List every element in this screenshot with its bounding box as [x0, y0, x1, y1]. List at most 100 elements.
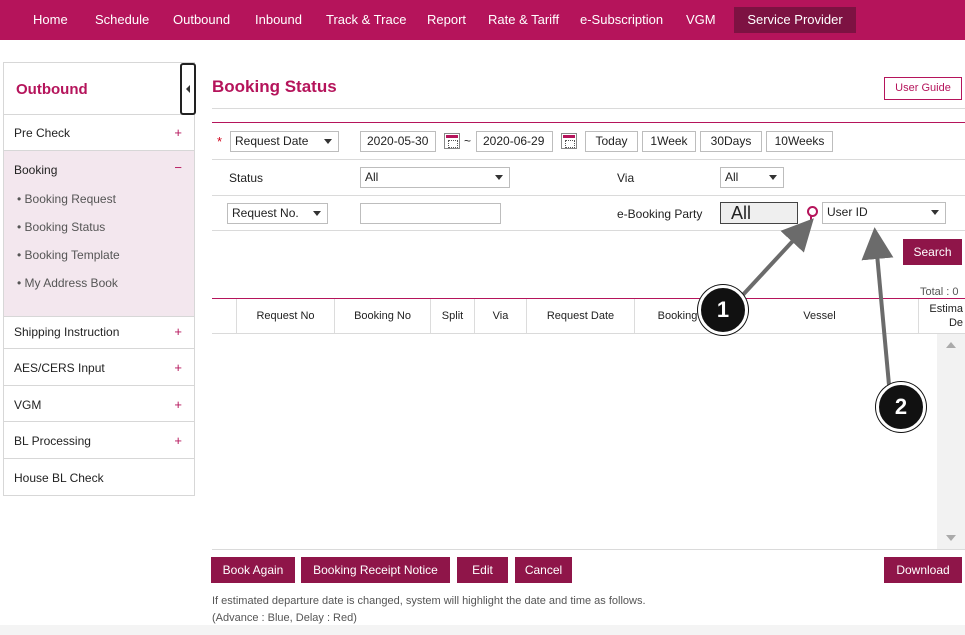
search-icon[interactable] — [806, 206, 818, 220]
divider — [212, 159, 965, 160]
table-header[interactable]: Split — [430, 299, 474, 333]
table-header[interactable]: Request Date — [526, 299, 634, 333]
edit-button[interactable]: Edit — [457, 557, 508, 583]
via-select[interactable]: All — [720, 167, 784, 188]
chevron-down-icon — [769, 175, 777, 180]
chevron-down-icon — [324, 139, 332, 144]
sidebar-item-bl-processing[interactable]: BL Processing + — [4, 422, 194, 459]
total-count: Total : 0 — [920, 286, 959, 298]
chevron-down-icon — [495, 175, 503, 180]
nav-inbound[interactable]: Inbound — [255, 12, 302, 27]
sidebar-collapse-button[interactable] — [180, 63, 196, 115]
reference-type-select[interactable]: Request No. — [227, 203, 328, 224]
nav-e-subscription[interactable]: e-Subscription — [580, 12, 663, 27]
sidebar-item-aes-cers[interactable]: AES/CERS Input + — [4, 349, 194, 386]
table-header-estimated[interactable]: Estima De — [918, 299, 965, 333]
sidebar-item-label: VGM — [14, 398, 42, 412]
nav-service-provider[interactable]: Service Provider — [734, 7, 856, 33]
calendar-icon[interactable] — [444, 133, 460, 149]
ten-weeks-button[interactable]: 10Weeks — [766, 131, 833, 152]
via-label: Via — [617, 171, 635, 185]
cancel-button[interactable]: Cancel — [515, 557, 572, 583]
nav-rate-tariff[interactable]: Rate & Tariff — [488, 12, 559, 27]
sidebar: Outbound Pre Check + Booking − • Booking… — [3, 62, 196, 496]
table-header[interactable]: Booking No — [334, 299, 430, 333]
table-header-text: Estima — [929, 303, 963, 315]
booking-party-input[interactable]: All — [720, 202, 798, 224]
nav-outbound[interactable]: Outbound — [173, 12, 230, 27]
expand-icon[interactable]: + — [174, 360, 182, 375]
callout-badge-2: 2 — [876, 382, 926, 432]
divider — [212, 230, 965, 231]
date-separator: ~ — [464, 134, 472, 148]
filter-top-border — [212, 122, 965, 123]
one-week-button[interactable]: 1Week — [642, 131, 696, 152]
nav-schedule[interactable]: Schedule — [95, 12, 149, 27]
collapse-icon[interactable]: − — [174, 160, 182, 175]
download-button[interactable]: Download — [884, 557, 962, 583]
calendar-icon[interactable] — [561, 133, 577, 149]
table-header[interactable]: Via — [474, 299, 526, 333]
via-value: All — [725, 170, 739, 184]
arrow-1 — [738, 218, 814, 300]
book-again-button[interactable]: Book Again — [211, 557, 295, 583]
booking-receipt-notice-button[interactable]: Booking Receipt Notice — [301, 557, 450, 583]
expand-icon[interactable]: + — [174, 324, 182, 339]
sidebar-item-label: Shipping Instruction — [14, 325, 120, 339]
reference-input[interactable] — [360, 203, 501, 224]
divider — [212, 108, 965, 109]
scroll-down-icon[interactable] — [946, 535, 956, 541]
sidebar-header: Outbound — [4, 63, 194, 115]
note-text: If estimated departure date is changed, … — [212, 595, 646, 607]
sidebar-item-house-bl[interactable]: House BL Check — [4, 459, 194, 495]
today-button[interactable]: Today — [585, 131, 638, 152]
sidebar-item-label: Pre Check — [14, 126, 71, 140]
sidebar-subitem-booking-template[interactable]: • Booking Template — [17, 248, 120, 262]
divider — [212, 549, 965, 550]
nav-home[interactable]: Home — [33, 12, 68, 27]
top-nav: Home Schedule Outbound Inbound Track & T… — [0, 0, 965, 40]
nav-track-trace[interactable]: Track & Trace — [326, 12, 406, 27]
table-scrollbar[interactable] — [937, 334, 965, 549]
callout-badge-1: 1 — [698, 285, 748, 335]
table-header[interactable]: Vessel — [720, 299, 918, 333]
sidebar-item-booking[interactable]: Booking − • Booking Request • Booking St… — [4, 151, 194, 317]
expand-icon[interactable]: + — [174, 433, 182, 448]
sidebar-item-shipping-instruction[interactable]: Shipping Instruction + — [4, 313, 194, 349]
date-from-input[interactable]: 2020-05-30 — [360, 131, 436, 152]
page-title: Booking Status — [212, 77, 337, 96]
sidebar-subitem-booking-status[interactable]: • Booking Status — [17, 220, 105, 234]
user-id-value: User ID — [827, 205, 868, 219]
divider — [212, 333, 965, 334]
user-guide-button[interactable]: User Guide — [884, 77, 962, 100]
scroll-up-icon[interactable] — [946, 342, 956, 348]
footer-band — [0, 625, 965, 635]
booking-party-label: e-Booking Party — [617, 207, 703, 221]
status-select[interactable]: All — [360, 167, 510, 188]
sidebar-title: Outbound — [16, 81, 88, 98]
date-type-value: Request Date — [235, 134, 309, 148]
expand-icon[interactable]: + — [174, 397, 182, 412]
nav-report[interactable]: Report — [427, 12, 466, 27]
sidebar-item-label: BL Processing — [14, 434, 91, 448]
date-type-select[interactable]: Request Date — [230, 131, 339, 152]
sidebar-item-label: Booking — [14, 163, 58, 177]
search-button[interactable]: Search — [903, 239, 962, 265]
nav-vgm[interactable]: VGM — [686, 12, 716, 27]
date-to-input[interactable]: 2020-06-29 — [476, 131, 553, 152]
thirty-days-button[interactable]: 30Days — [700, 131, 762, 152]
user-id-select[interactable]: User ID — [822, 202, 946, 224]
table-header-text: De — [948, 317, 963, 329]
reference-type-value: Request No. — [232, 206, 299, 220]
divider — [212, 195, 965, 196]
sidebar-item-vgm[interactable]: VGM + — [4, 386, 194, 422]
sidebar-subitem-address-book[interactable]: • My Address Book — [17, 276, 118, 290]
chevron-down-icon — [313, 211, 321, 216]
sidebar-item-pre-check[interactable]: Pre Check + — [4, 115, 194, 151]
required-mark: * — [217, 134, 223, 149]
sidebar-subitem-booking-request[interactable]: • Booking Request — [17, 192, 116, 206]
expand-icon[interactable]: + — [174, 125, 182, 140]
chevron-down-icon — [931, 210, 939, 215]
table-header[interactable]: Request No — [236, 299, 334, 333]
sidebar-item-label: House BL Check — [14, 471, 104, 485]
